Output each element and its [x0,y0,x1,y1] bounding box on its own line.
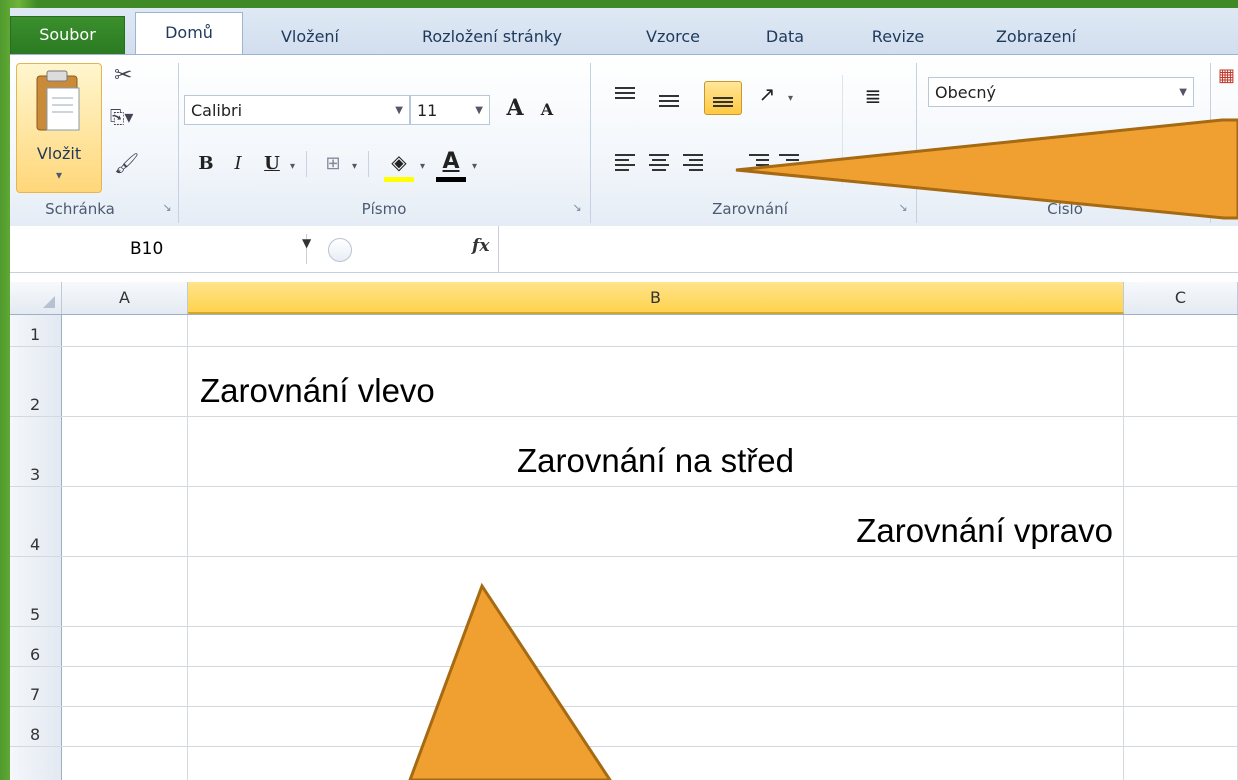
callout-arrow-up [408,582,612,780]
excel-window: Soubor Domů Vložení Rozložení stránky Vz… [10,8,1238,780]
